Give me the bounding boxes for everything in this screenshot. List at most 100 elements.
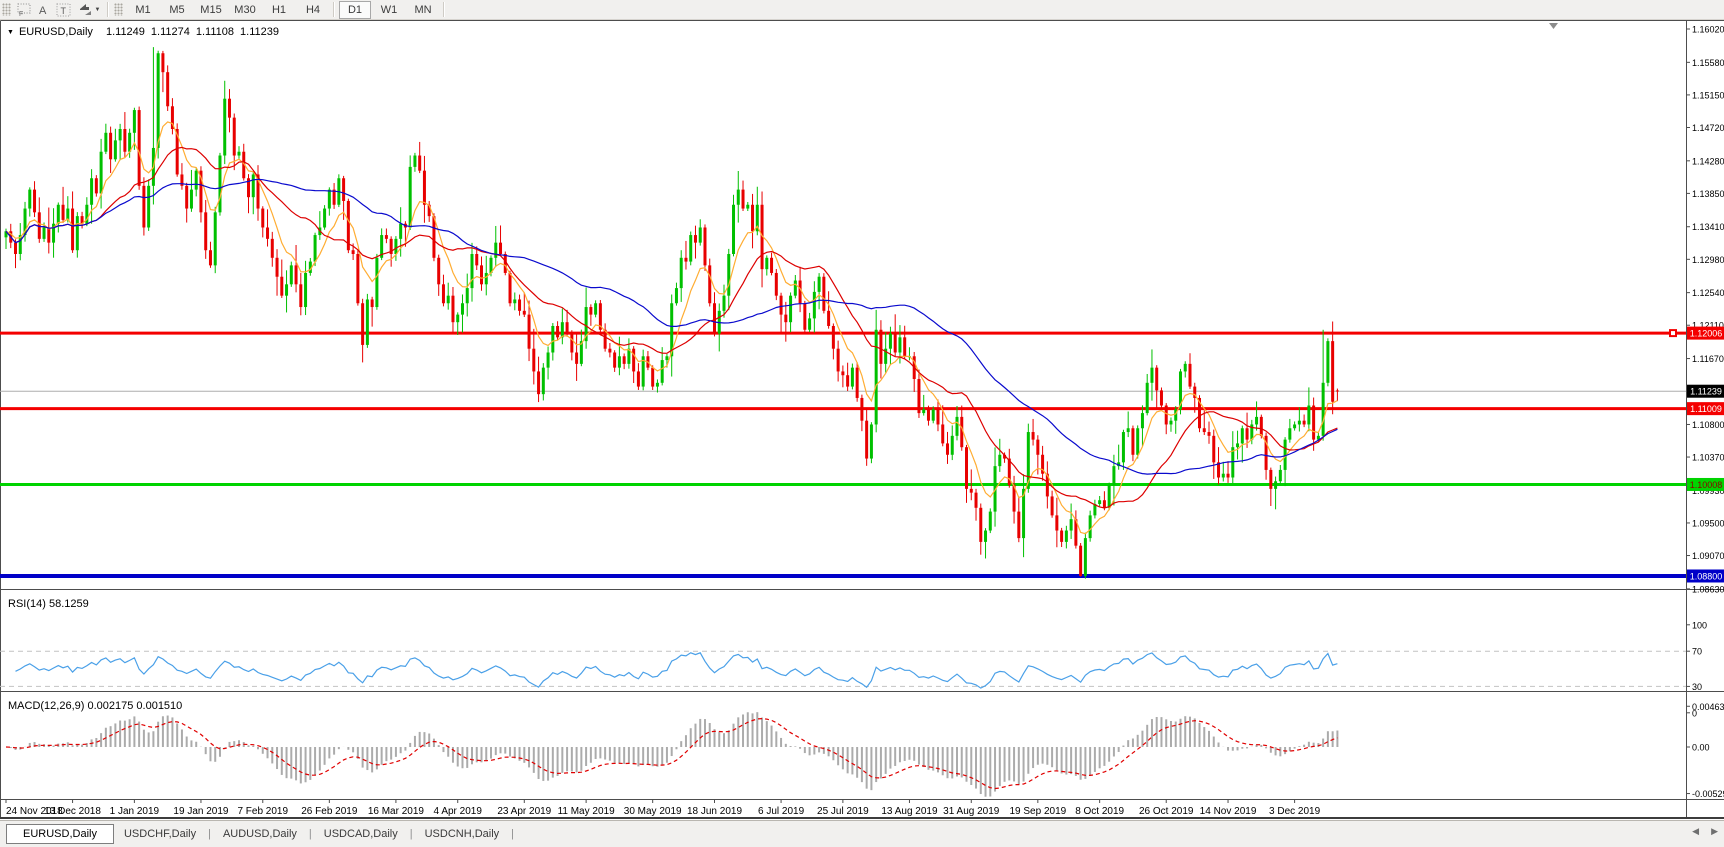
macd-tick-label: -0.00529 (1692, 789, 1724, 799)
price-tick-label: 1.12540 (1692, 288, 1724, 298)
date-tick-label: 14 Nov 2019 (1200, 806, 1257, 817)
timeframe-toolbar-grip[interactable] (114, 3, 123, 16)
rsi-indicator-label: RSI(14) 58.1259 (8, 598, 89, 610)
chart-grid-button[interactable]: F (14, 1, 34, 18)
date-tick-label: 26 Oct 2019 (1139, 806, 1194, 817)
rsi-tick-label: 100 (1692, 620, 1707, 630)
text-tool-button[interactable]: T (54, 1, 74, 18)
macd-indicator-label: MACD(12,26,9) 0.002175 0.001510 (8, 700, 183, 712)
chart-symbol-label: EURUSD,Daily (18, 26, 93, 38)
toolbar-separator (333, 2, 335, 17)
date-tick-label: 19 Sep 2019 (1009, 806, 1066, 817)
chart-scroll-buttons: ◀ ▶ (1692, 825, 1718, 837)
price-tick-label: 1.09500 (1692, 518, 1724, 528)
rsi-tick-label: 70 (1692, 647, 1702, 657)
price-tick-label: 1.12980 (1692, 255, 1724, 265)
svg-text:T: T (61, 6, 67, 16)
ohlc-low: 1.11108 (195, 26, 235, 38)
date-tick-label: 19 Jan 2019 (173, 806, 228, 817)
tab-usdcad[interactable]: USDCAD,Daily (314, 825, 408, 843)
date-tick-label: 1 Jan 2019 (110, 806, 160, 817)
timeframe-button-h1[interactable]: H1 (263, 1, 295, 19)
macd-tick-label: 0.00463 (1692, 702, 1724, 712)
tab-usdchf[interactable]: USDCHF,Daily (114, 825, 206, 843)
toolbar-separator (443, 2, 445, 17)
rsi-tick-label: 30 (1692, 682, 1702, 692)
toolbar-grip[interactable] (2, 3, 11, 16)
date-tick-label: 6 Jul 2019 (758, 806, 805, 817)
timeframe-button-mn[interactable]: MN (407, 1, 439, 19)
date-tick-label: 30 May 2019 (624, 806, 682, 817)
price-tick-label: 1.14720 (1692, 123, 1724, 133)
ohlc-open: 1.11249 (105, 26, 145, 38)
macd-tick-label: 0.00 (1692, 743, 1710, 753)
tab-separator: | (208, 828, 211, 840)
tab-eurusd[interactable]: EURUSD,Daily (6, 824, 114, 844)
svg-text:1.11009: 1.11009 (1690, 404, 1722, 414)
timeframe-button-h4[interactable]: H4 (297, 1, 329, 19)
svg-text:A: A (39, 5, 47, 16)
ohlc-close: 1.11239 (240, 26, 279, 38)
price-tick-label: 1.15580 (1692, 58, 1724, 68)
tab-usdcnh[interactable]: USDCNH,Daily (415, 825, 510, 843)
date-tick-label: 8 Oct 2019 (1075, 806, 1124, 817)
svg-text:1.11239: 1.11239 (1690, 387, 1722, 397)
price-tick-label: 1.15150 (1692, 90, 1724, 100)
date-tick-label: 16 Mar 2019 (368, 806, 425, 817)
date-tick-label: 13 Dec 2018 (44, 806, 101, 817)
price-label-resistance-line-upper: 1.12006 (1687, 326, 1724, 340)
price-tick-label: 1.10370 (1692, 453, 1724, 463)
date-tick-label: 25 Jul 2019 (817, 806, 869, 817)
price-tick-label: 1.14280 (1692, 156, 1724, 166)
price-tick-label: 1.08630 (1692, 584, 1724, 594)
svg-text:1.10008: 1.10008 (1690, 480, 1723, 490)
tab-audusd[interactable]: AUDUSD,Daily (213, 825, 307, 843)
price-label-support-line-blue: 1.08800 (1687, 569, 1724, 583)
hline-endpoint-marker (1669, 329, 1677, 338)
symbol-dropdown-icon[interactable]: ▼ (7, 29, 14, 36)
date-tick-label: 4 Apr 2019 (434, 806, 483, 817)
timeframe-button-m15[interactable]: M15 (195, 1, 227, 19)
tab-separator: | (511, 828, 515, 840)
diagonal-arrows-icon (79, 4, 91, 15)
date-tick-label: 31 Aug 2019 (943, 806, 1000, 817)
price-tick-label: 1.10800 (1692, 420, 1724, 430)
objects-arrows-button[interactable]: ▼ (74, 1, 104, 18)
annotation-a-button[interactable]: A (34, 1, 54, 18)
scroll-right-button[interactable]: ▶ (1711, 825, 1718, 837)
date-tick-label: 7 Feb 2019 (237, 806, 288, 817)
mt4-terminal: F A T ▼ M1 M5 M15 M30 H1 H4 D1 W1 MN 1.16020 1.1 (0, 0, 1724, 847)
letter-a-icon: A (39, 5, 47, 16)
timeframe-button-m5[interactable]: M5 (161, 1, 193, 19)
chart-tabs: EURUSD,Daily USDCHF,Daily | AUDUSD,Daily | US… (6, 823, 516, 845)
price-label-resistance-line-lower: 1.11009 (1687, 402, 1724, 416)
chart-tab-bar: EURUSD,Daily USDCHF,Daily | AUDUSD,Daily | US… (0, 820, 1724, 847)
text-t-icon: T (56, 3, 71, 16)
date-tick-label: 23 Apr 2019 (497, 806, 551, 817)
tab-separator: | (409, 828, 413, 840)
ohlc-high: 1.11274 (150, 26, 190, 38)
date-tick-label: 18 Jun 2019 (687, 806, 742, 817)
svg-text:1.08800: 1.08800 (1690, 571, 1723, 581)
date-tick-label: 3 Dec 2019 (1269, 806, 1321, 817)
chart-title: ▼ EURUSD,Daily 1.11249 1.11274 1.11108 1.112… (7, 26, 279, 38)
price-tick-label: 1.16020 (1692, 25, 1724, 35)
price-label-support-line-green: 1.10008 (1687, 477, 1724, 491)
price-tick-label: 1.09070 (1692, 551, 1724, 561)
timeframe-button-m1[interactable]: M1 (127, 1, 159, 19)
svg-text:1.12006: 1.12006 (1690, 329, 1723, 339)
price-tick-label: 1.11670 (1692, 354, 1724, 364)
chart-window: 1.16020 1.15580 1.15150 1.14720 1.14280 1.138… (0, 20, 1724, 820)
grid-f-icon: F (17, 3, 30, 17)
date-tick-label: 13 Aug 2019 (881, 806, 938, 817)
timeframe-button-m30[interactable]: M30 (229, 1, 261, 19)
scroll-left-button[interactable]: ◀ (1692, 825, 1699, 837)
timeframe-button-d1[interactable]: D1 (339, 0, 371, 19)
current-price-label: 1.11239 (1687, 384, 1724, 398)
chart-canvas[interactable]: 1.16020 1.15580 1.15150 1.14720 1.14280 1.138… (0, 20, 1724, 820)
timeframe-button-group: M1 M5 M15 M30 H1 H4 D1 W1 MN (126, 0, 448, 19)
timeframe-button-w1[interactable]: W1 (373, 1, 405, 19)
date-tick-label: 11 May 2019 (558, 806, 616, 817)
svg-text:F: F (19, 11, 23, 17)
dropdown-arrow-icon[interactable]: ▼ (95, 7, 101, 13)
